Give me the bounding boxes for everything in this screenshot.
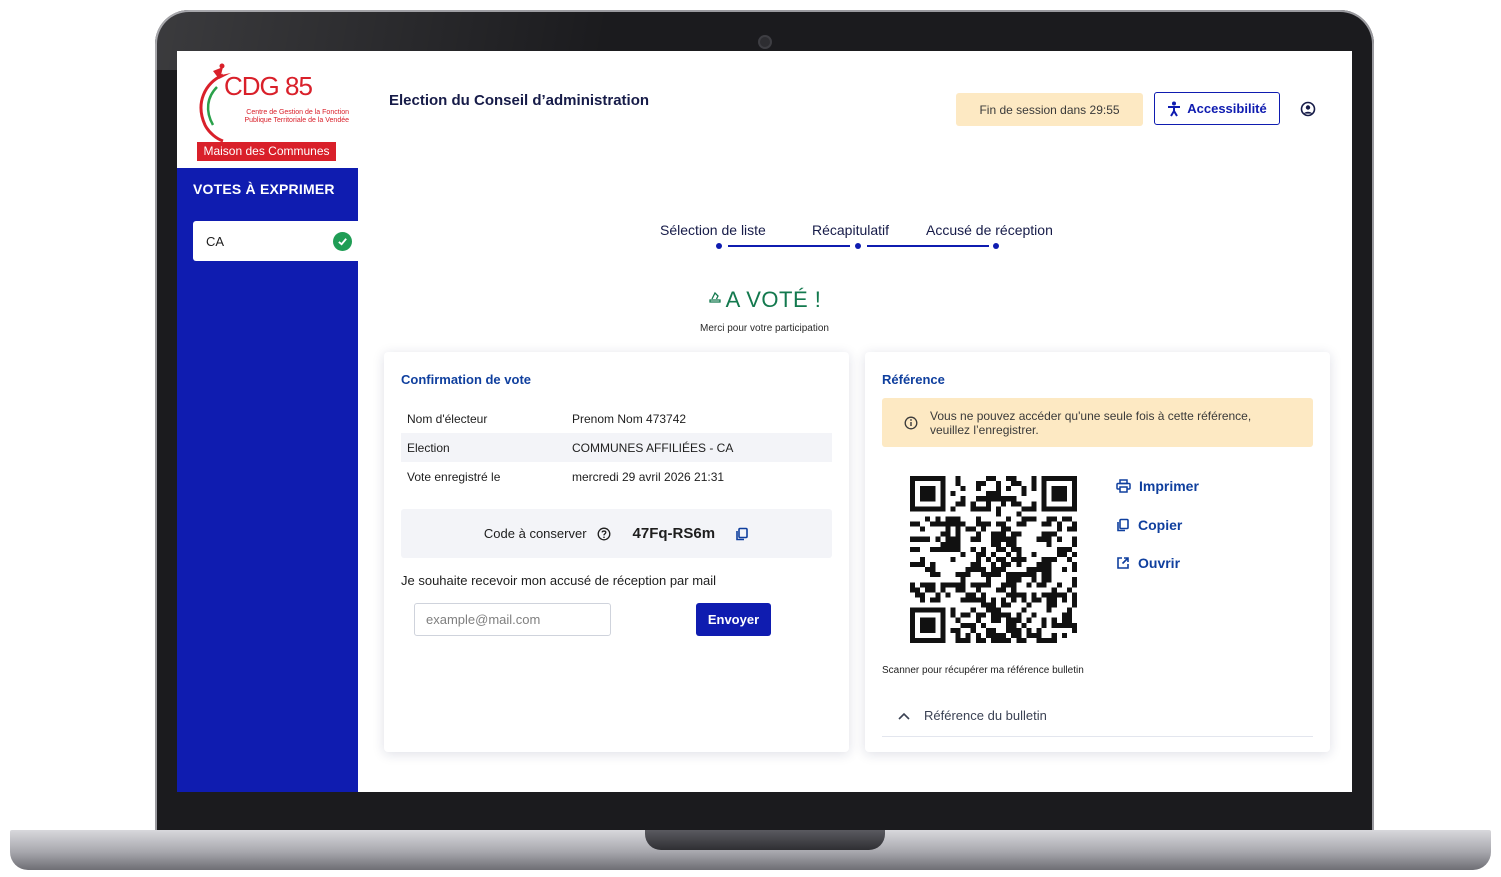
accessibility-icon [1168, 101, 1181, 117]
code-label: Code à conserver [483, 526, 587, 541]
page-title: Election du Conseil d’administration [389, 92, 650, 109]
info-icon [904, 416, 918, 429]
reference-title: Référence [882, 372, 945, 387]
print-label: Imprimer [1139, 478, 1199, 494]
external-link-icon [1117, 557, 1129, 569]
vote-success-title: A VOTÉ ! [177, 287, 1352, 313]
printer-icon [1116, 479, 1131, 493]
sidebar: CDG 85 Centre de Gestion de la Fonction … [177, 51, 358, 792]
open-button[interactable]: Ouvrir [1116, 555, 1180, 571]
step-dot-2 [855, 243, 861, 249]
code-value: 47Fq-RS6m [632, 525, 716, 542]
logo-title: CDG 85 [224, 71, 313, 101]
accessibility-label: Accessibilité [1187, 101, 1267, 116]
code-box: Code à conserver 47Fq-RS6m [401, 509, 832, 558]
stepper-line-2 [867, 245, 989, 247]
sidebar-item-label: CA [206, 233, 225, 249]
info-row-date: Vote enregistré le mercredi 29 avril 202… [401, 462, 832, 491]
accessibility-button[interactable]: Accessibilité [1154, 92, 1280, 125]
info-value: Prenom Nom 473742 [572, 411, 687, 426]
info-label: Vote enregistré le [407, 469, 501, 484]
info-value: COMMUNES AFFILIÉES - CA [572, 440, 734, 455]
info-row-voter: Nom d'électeur Prenom Nom 473742 [401, 404, 832, 433]
logo-subtitle: Centre de Gestion de la Fonction Publiqu… [244, 109, 349, 124]
reference-warning-text: Vous ne pouvez accéder qu'une seule fois… [930, 408, 1252, 437]
check-circle-icon [333, 231, 352, 251]
cdg85-logo: CDG 85 Centre de Gestion de la Fonction … [177, 51, 358, 168]
copy-icon [1117, 518, 1129, 532]
copy-label: Copier [1138, 517, 1183, 533]
mail-label: Je souhaite recevoir mon accusé de récep… [401, 573, 717, 588]
copy-icon[interactable] [735, 527, 749, 541]
step-dot-1 [716, 243, 722, 249]
reference-warning: Vous ne pouvez accéder qu'une seule fois… [882, 398, 1313, 447]
step-recapitulatif: Récapitulatif [812, 222, 890, 238]
step-dot-3 [993, 243, 999, 249]
app-screen: CDG 85 Centre de Gestion de la Fonction … [177, 51, 1352, 792]
send-button[interactable]: Envoyer [696, 603, 771, 636]
sidebar-item-ca[interactable]: CA [193, 221, 358, 261]
info-value: mercredi 29 avril 2026 21:31 [572, 469, 725, 484]
info-label: Nom d'électeur [407, 411, 488, 426]
qr-code [910, 476, 1077, 643]
open-label: Ouvrir [1138, 555, 1181, 571]
camera-icon [758, 35, 772, 49]
user-account-icon[interactable] [1300, 101, 1316, 117]
sidebar-heading: VOTES À EXPRIMER [193, 181, 335, 197]
laptop-notch [645, 830, 885, 850]
chevron-up-icon [898, 712, 910, 720]
confirmation-title: Confirmation de vote [401, 372, 532, 387]
print-button[interactable]: Imprimer [1116, 478, 1199, 494]
step-selection-liste: Sélection de liste [660, 222, 766, 238]
laptop-mockup: CDG 85 Centre de Gestion de la Fonction … [0, 0, 1501, 877]
email-field[interactable] [414, 603, 611, 636]
vote-success-subtitle: Merci pour votre participation [700, 323, 829, 334]
info-row-election: Election COMMUNES AFFILIÉES - CA [401, 433, 832, 462]
accordion-label: Référence du bulletin [924, 708, 1047, 723]
ballot-icon [708, 291, 721, 303]
vote-success-text: A VOTÉ ! [725, 287, 822, 312]
scan-text: Scanner pour récupérer ma référence bull… [882, 665, 1084, 676]
copy-button[interactable]: Copier [1116, 517, 1182, 533]
logo-band: Maison des Communes [197, 142, 336, 161]
stepper-line-1 [728, 245, 850, 247]
help-circle-icon[interactable] [597, 527, 611, 541]
reference-card: Référence Vous ne pouvez accéder qu'une … [865, 352, 1330, 752]
session-timer-badge: Fin de session dans 29:55 [956, 93, 1143, 126]
bulletin-reference-accordion[interactable]: Référence du bulletin [882, 695, 1313, 737]
step-accuse-reception: Accusé de réception [926, 222, 1053, 238]
confirmation-card: Confirmation de vote Nom d'électeur Pren… [384, 352, 849, 752]
info-label: Election [407, 440, 450, 455]
